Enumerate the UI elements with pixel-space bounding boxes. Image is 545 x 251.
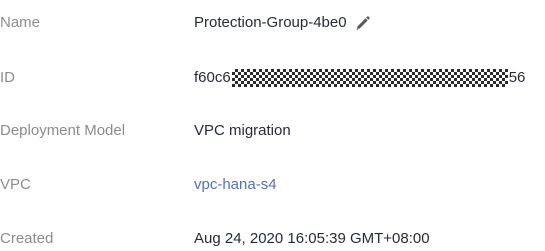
deployment-model-row: Deployment Model VPC migration	[0, 119, 545, 143]
id-value-prefix: f60c6	[194, 69, 231, 86]
id-value: f60c6 56	[194, 66, 525, 90]
deployment-model-label: Deployment Model	[0, 122, 126, 139]
vpc-label: VPC	[0, 176, 31, 193]
id-label: ID	[0, 69, 15, 86]
name-value-container: Protection-Group-4be0	[194, 11, 371, 35]
created-row: Created Aug 24, 2020 16:05:39 GMT+08:00	[0, 227, 545, 251]
vpc-link[interactable]: vpc-hana-s4	[194, 173, 277, 197]
name-row: Name Protection-Group-4be0	[0, 11, 545, 35]
id-row: ID f60c6 56	[0, 66, 545, 90]
id-value-suffix: 56	[508, 69, 526, 86]
redacted-mask	[231, 69, 508, 87]
pencil-icon[interactable]	[354, 15, 371, 32]
vpc-row: VPC vpc-hana-s4	[0, 173, 545, 197]
deployment-model-value: VPC migration	[194, 122, 291, 139]
name-label: Name	[0, 14, 41, 31]
name-value: Protection-Group-4be0	[194, 14, 347, 31]
created-value: Aug 24, 2020 16:05:39 GMT+08:00	[194, 230, 430, 247]
protection-group-details: Name Protection-Group-4be0 ID f60c6 56 D…	[0, 0, 545, 248]
created-label: Created	[0, 230, 54, 247]
